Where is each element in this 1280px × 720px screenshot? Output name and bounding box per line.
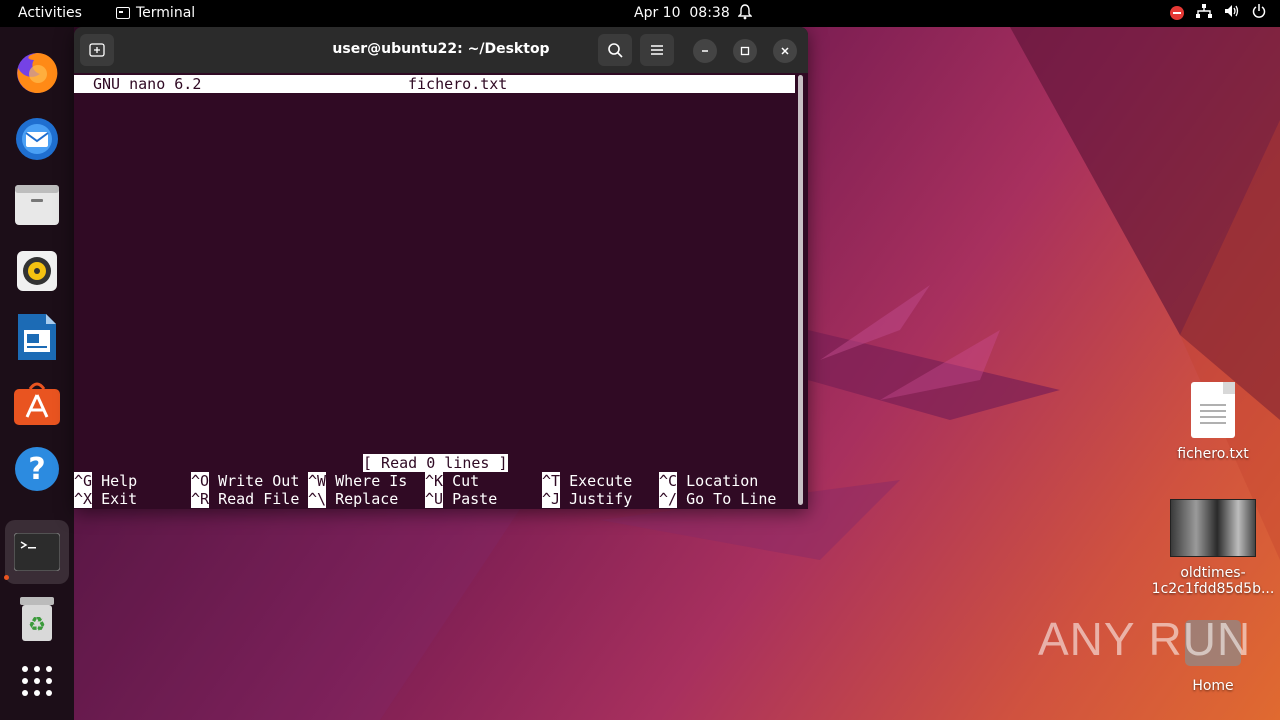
- volume-icon: [1224, 4, 1240, 22]
- image-thumbnail-icon: [1170, 499, 1256, 557]
- search-button[interactable]: [598, 34, 632, 66]
- app-menu-label: Terminal: [136, 5, 196, 21]
- terminal-icon: [116, 7, 130, 19]
- show-apps-icon[interactable]: [5, 649, 69, 713]
- network-icon: [1196, 4, 1212, 22]
- libreoffice-writer-icon[interactable]: [5, 305, 69, 369]
- text-file-icon: [1191, 382, 1235, 438]
- trash-icon[interactable]: ♻: [5, 587, 69, 651]
- menu-button[interactable]: [640, 34, 674, 66]
- shortcut-read-file: ^R Read File: [191, 490, 300, 508]
- nano-status-message: [ Read 0 lines ]: [363, 454, 508, 472]
- nano-header: GNU nano 6.2 fichero.txt: [74, 75, 795, 93]
- bell-icon[interactable]: [737, 4, 753, 24]
- window-titlebar[interactable]: user@ubuntu22: ~/Desktop: [74, 27, 808, 73]
- shortcut-help: ^G Help: [74, 472, 138, 490]
- shortcut-location: ^C Location: [659, 472, 759, 490]
- power-icon: [1252, 4, 1266, 22]
- nano-filename: fichero.txt: [408, 75, 508, 93]
- files-icon[interactable]: [5, 173, 69, 237]
- minimize-button[interactable]: [693, 39, 717, 63]
- shortcut-exit: ^X Exit: [74, 490, 138, 508]
- close-button[interactable]: [773, 39, 797, 63]
- ubuntu-software-icon[interactable]: [5, 371, 69, 435]
- shortcut-cut: ^K Cut: [425, 472, 480, 490]
- desktop-file-label-line1: oldtimes-: [1180, 565, 1246, 581]
- app-menu[interactable]: Terminal: [116, 5, 195, 21]
- shortcut-justify: ^J Justify: [542, 490, 633, 508]
- help-icon[interactable]: ?: [5, 437, 69, 501]
- maximize-button[interactable]: [733, 39, 757, 63]
- system-tray[interactable]: [1170, 4, 1266, 22]
- desktop-file-label: fichero.txt: [1177, 446, 1249, 462]
- shortcut-paste: ^U Paste: [425, 490, 498, 508]
- terminal-window[interactable]: user@ubuntu22: ~/Desktop GNU nano 6.2 fi…: [74, 27, 808, 509]
- shortcut-replace: ^\ Replace: [308, 490, 399, 508]
- top-bar: Activities Terminal Apr 10 08:38: [0, 0, 1280, 27]
- desktop-file-oldtimes[interactable]: oldtimes- 1c2c1fdd85d5b...: [1150, 499, 1276, 597]
- terminal-content[interactable]: GNU nano 6.2 fichero.txt [ Read 0 lines …: [74, 73, 796, 509]
- shortcut-execute: ^T Execute: [542, 472, 633, 490]
- thunderbird-icon[interactable]: [5, 107, 69, 171]
- svg-text:♻: ♻: [28, 612, 46, 636]
- firefox-icon[interactable]: [5, 41, 69, 105]
- svg-text:?: ?: [28, 452, 45, 487]
- shortcut-write-out: ^O Write Out: [191, 472, 300, 490]
- rhythmbox-icon[interactable]: [5, 239, 69, 303]
- desktop-file-fichero[interactable]: fichero.txt: [1168, 382, 1258, 462]
- nano-version: GNU nano 6.2: [93, 75, 202, 93]
- activities-button[interactable]: Activities: [18, 5, 82, 21]
- do-not-disturb-icon: [1170, 6, 1184, 20]
- shortcut-go-to-line: ^/ Go To Line: [659, 490, 777, 508]
- clock[interactable]: Apr 10 08:38: [634, 5, 730, 21]
- running-indicator: [4, 575, 9, 580]
- dock: ? ♻: [0, 27, 74, 720]
- desktop-file-label-line2: 1c2c1fdd85d5b...: [1151, 581, 1275, 597]
- anyrun-watermark: ANY RUN: [1038, 613, 1252, 665]
- terminal-dock-icon[interactable]: [5, 520, 69, 584]
- terminal-scrollbar[interactable]: [798, 75, 803, 505]
- desktop-home-label: Home: [1192, 678, 1234, 694]
- shortcut-where-is: ^W Where Is: [308, 472, 408, 490]
